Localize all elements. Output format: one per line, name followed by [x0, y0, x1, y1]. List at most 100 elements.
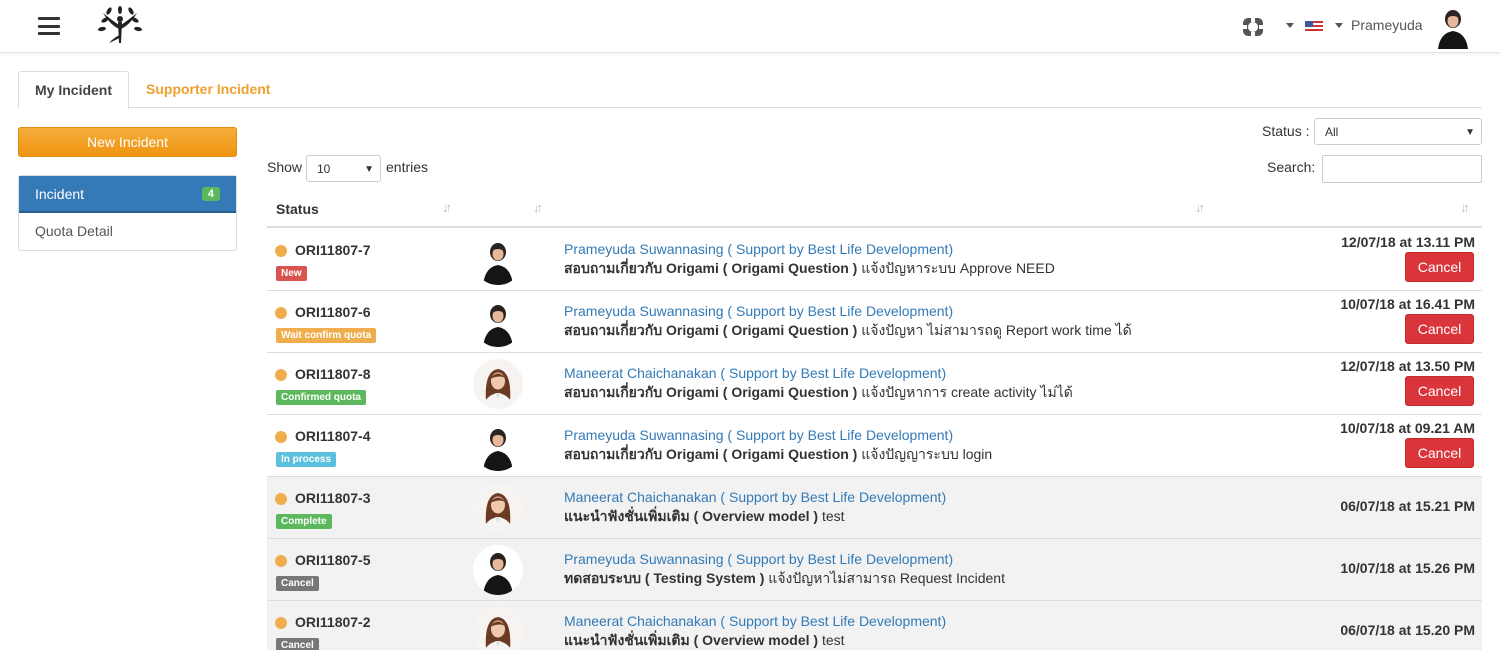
status-filter-label: Status :: [1262, 123, 1310, 139]
table-row[interactable]: ORI11807-3 Complete Maneerat Chaichanakan …: [267, 477, 1482, 539]
incident-date: 10/07/18 at 16.41 PM: [1340, 296, 1475, 312]
supporter-name-link[interactable]: Prameyuda Suwannasing ( Support by Best …: [564, 241, 953, 257]
subject-detail: แจ้งปัญหา ไม่สามารถดู Report work time ไ…: [857, 322, 1132, 338]
entries-select[interactable]: 10 ▼: [306, 155, 381, 182]
chevron-down-icon[interactable]: [1335, 23, 1343, 28]
table-row[interactable]: ORI11807-7 New Prameyuda Suwannasing ( Sup…: [267, 229, 1482, 291]
status-badge: In process: [276, 452, 337, 467]
incident-tabs: My Incident Supporter Incident: [18, 71, 1482, 109]
sidebar-item-incident[interactable]: Incident 4: [19, 176, 236, 213]
status-dot: [275, 245, 287, 257]
entries-label: entries: [386, 159, 429, 175]
incident-code[interactable]: ORI11807-8: [295, 366, 371, 382]
avatar: [473, 421, 523, 471]
tab-my-incident[interactable]: My Incident: [18, 71, 130, 109]
supporter-name-link[interactable]: Prameyuda Suwannasing ( Support by Best …: [564, 551, 953, 567]
subject-detail: แจ้งปัญหาไม่สามารถ Request Incident: [764, 570, 1005, 586]
count-badge: 4: [201, 187, 220, 201]
incident-subject: แนะนำฟังชั่นเพิ่มเติม ( Overview model )…: [564, 506, 845, 528]
incident-code[interactable]: ORI11807-7: [295, 242, 371, 258]
table-row[interactable]: ORI11807-4 In process Prameyuda Suwannasin…: [267, 415, 1482, 477]
incident-subject: สอบถามเกี่ยวกับ Origami ( Origami Questi…: [564, 444, 992, 466]
subject-detail: test: [818, 508, 845, 524]
subject-category: สอบถามเกี่ยวกับ Origami ( Origami Questi…: [564, 260, 858, 276]
cancel-button[interactable]: Cancel: [1405, 252, 1474, 282]
supporter-name-link[interactable]: Maneerat Chaichanakan ( Support by Best …: [564, 489, 946, 505]
incident-subject: สอบถามเกี่ยวกับ Origami ( Origami Questi…: [564, 320, 1132, 342]
sort-icon[interactable]: ↓↑: [1460, 200, 1470, 215]
table-row[interactable]: ORI11807-6 Wait confirm quota Prameyuda Su…: [267, 291, 1482, 353]
table-header: Status ↓↑ ↓↑ ↓↑ ↓↑: [267, 193, 1482, 228]
lifebuoy-icon[interactable]: [1242, 17, 1264, 40]
subject-category: สอบถามเกี่ยวกับ Origami ( Origami Questi…: [564, 446, 858, 462]
subject-detail: แจ้งปัญหาการ create activity ไม่ได้: [857, 384, 1073, 400]
new-incident-button[interactable]: New Incident: [18, 127, 237, 157]
hamburger-menu-icon[interactable]: [38, 17, 60, 35]
table-row[interactable]: ORI11807-5 Cancel Prameyuda Suwannasing ( …: [267, 539, 1482, 601]
sort-icon[interactable]: ↓↑: [533, 200, 543, 215]
incident-date: 06/07/18 at 15.21 PM: [1340, 498, 1475, 514]
sidebar-item-label: Incident: [35, 186, 85, 202]
incident-date: 12/07/18 at 13.11 PM: [1341, 234, 1475, 250]
supporter-name-link[interactable]: Prameyuda Suwannasing ( Support by Best …: [564, 427, 953, 443]
supporter-name-link[interactable]: Prameyuda Suwannasing ( Support by Best …: [564, 303, 953, 319]
incident-subject: สอบถามเกี่ยวกับ Origami ( Origami Questi…: [564, 258, 1055, 280]
incident-code[interactable]: ORI11807-4: [295, 428, 371, 444]
table-row[interactable]: ORI11807-8 Confirmed quota Maneerat Chaich…: [267, 353, 1482, 415]
subject-category: สอบถามเกี่ยวกับ Origami ( Origami Questi…: [564, 384, 858, 400]
incident-date: 10/07/18 at 15.26 PM: [1340, 560, 1475, 576]
supporter-name-link[interactable]: Maneerat Chaichanakan ( Support by Best …: [564, 613, 946, 629]
avatar[interactable]: [1430, 3, 1476, 49]
status-dot: [275, 431, 287, 443]
sidebar-item-quota-detail[interactable]: Quota Detail: [19, 213, 236, 250]
tree-person-logo[interactable]: [97, 5, 143, 47]
search-label: Search:: [1267, 159, 1316, 175]
sidebar-menu: Incident 4 Quota Detail: [18, 175, 237, 251]
sidebar-item-label: Quota Detail: [35, 223, 113, 239]
show-label: Show: [267, 159, 303, 175]
subject-detail: แจ้งปัญญาระบบ login: [857, 446, 993, 462]
top-navbar: Prameyuda: [0, 0, 1500, 53]
us-flag-icon[interactable]: [1305, 20, 1323, 36]
username[interactable]: Prameyuda: [1351, 17, 1423, 33]
subject-category: ทดสอบระบบ ( Testing System ): [564, 570, 765, 586]
subject-category: สอบถามเกี่ยวกับ Origami ( Origami Questi…: [564, 322, 858, 338]
status-dot: [275, 555, 287, 567]
incident-date: 10/07/18 at 09.21 AM: [1340, 420, 1475, 436]
status-dot: [275, 493, 287, 505]
avatar: [473, 545, 523, 595]
status-filter-select[interactable]: All ▼: [1314, 118, 1482, 145]
status-badge: Cancel: [276, 638, 319, 650]
incident-code[interactable]: ORI11807-3: [295, 490, 371, 506]
column-header-status[interactable]: Status: [276, 201, 319, 217]
cancel-button[interactable]: Cancel: [1405, 314, 1474, 344]
cancel-button[interactable]: Cancel: [1405, 376, 1474, 406]
cancel-button[interactable]: Cancel: [1405, 438, 1474, 468]
status-badge: Cancel: [276, 576, 319, 591]
status-dot: [275, 307, 287, 319]
incident-code[interactable]: ORI11807-5: [295, 552, 371, 568]
table-row[interactable]: ORI11807-2 Cancel Maneerat Chaichanakan ( …: [267, 601, 1482, 650]
status-badge: Confirmed quota: [276, 390, 366, 405]
incident-date: 06/07/18 at 15.20 PM: [1340, 622, 1475, 638]
supporter-name-link[interactable]: Maneerat Chaichanakan ( Support by Best …: [564, 365, 946, 381]
sort-icon[interactable]: ↓↑: [1195, 200, 1205, 215]
status-filter-value: All: [1325, 125, 1339, 139]
avatar: [473, 607, 523, 650]
incident-subject: แนะนำฟังชั่นเพิ่มเติม ( Overview model )…: [564, 630, 845, 650]
tab-supporter-incident[interactable]: Supporter Incident: [130, 71, 286, 108]
incident-subject: สอบถามเกี่ยวกับ Origami ( Origami Questi…: [564, 382, 1073, 404]
incident-code[interactable]: ORI11807-2: [295, 614, 371, 630]
status-dot: [275, 369, 287, 381]
status-badge: New: [276, 266, 307, 281]
search-input[interactable]: [1322, 155, 1482, 183]
incident-date: 12/07/18 at 13.50 PM: [1340, 358, 1475, 374]
sort-icon[interactable]: ↓↑: [442, 200, 452, 215]
chevron-down-icon: ▼: [364, 164, 374, 175]
incident-code[interactable]: ORI11807-6: [295, 304, 371, 320]
status-dot: [275, 617, 287, 629]
subject-category: แนะนำฟังชั่นเพิ่มเติม ( Overview model ): [564, 632, 819, 648]
chevron-down-icon[interactable]: [1286, 23, 1294, 28]
avatar: [473, 235, 523, 285]
status-badge: Wait confirm quota: [276, 328, 377, 343]
